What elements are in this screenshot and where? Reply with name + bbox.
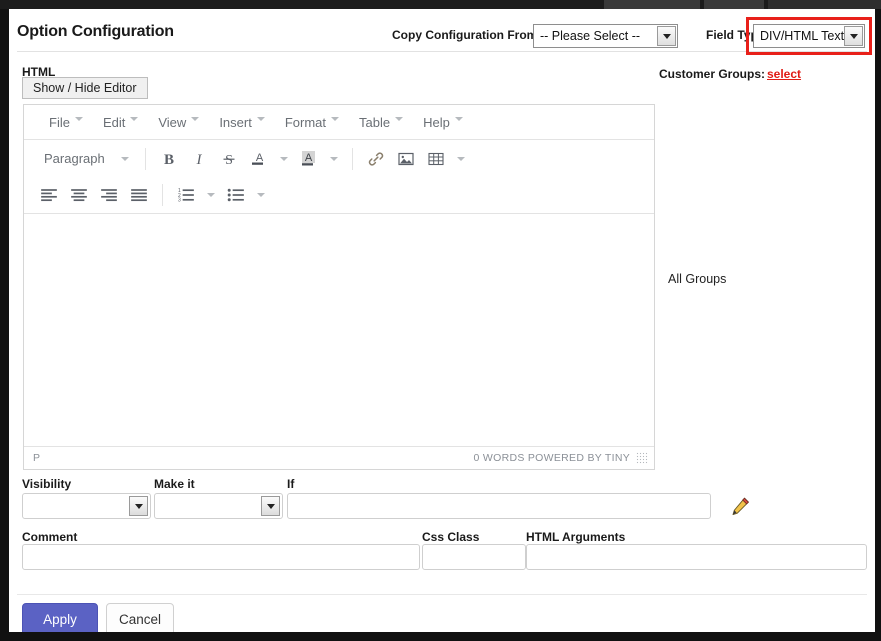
chevron-down-icon [331,117,339,121]
chevron-down-icon [256,117,265,121]
customer-groups-select-link[interactable]: select [767,67,801,81]
copy-configuration-select[interactable]: -- Please Select -- [533,24,678,48]
text-color-button[interactable]: A [244,145,274,173]
bullet-list-dropdown[interactable] [251,181,271,209]
chevron-down-icon [191,117,200,121]
chevron-down-icon [120,156,129,161]
svg-text:S: S [225,153,233,167]
chevron-down-icon [395,117,404,121]
numbered-list-dropdown[interactable] [201,181,221,209]
bold-button[interactable]: B [154,145,184,173]
css-class-input[interactable] [422,544,526,570]
chrome-segment [604,0,700,9]
chevron-down-icon [657,26,676,46]
toolbar-divider [351,147,353,170]
svg-text:B: B [164,152,174,167]
field-type-highlight-box [746,17,872,55]
menu-insert[interactable]: Insert [210,112,274,133]
option-configuration-page: Option Configuration Copy Configuration … [9,9,875,632]
comment-label: Comment [22,530,78,544]
editor-toolbar-row-1: Paragraph B I S A A [24,140,654,177]
copy-configuration-label: Copy Configuration From: [392,28,542,42]
chevron-down-icon [130,117,139,121]
browser-chrome-strip [0,0,881,9]
svg-text:A: A [305,152,313,164]
pencil-icon[interactable] [729,496,751,518]
align-justify-button[interactable] [124,181,154,209]
format-select[interactable]: Paragraph [34,145,137,173]
editor-toolbar-row-2: 123 [24,177,654,214]
resize-handle[interactable] [636,452,648,464]
menu-view[interactable]: View [149,112,208,133]
align-right-button[interactable] [94,181,124,209]
chrome-segment [704,0,764,9]
menu-insert-label: Insert [219,114,252,130]
word-count: 0 WORDS POWERED BY TINY [473,452,630,464]
if-input[interactable] [287,493,711,519]
show-hide-editor-button[interactable]: Show / Hide Editor [22,77,148,99]
chrome-segment [768,0,881,9]
menu-edit[interactable]: Edit [94,112,147,133]
make-it-select[interactable] [154,493,283,519]
comment-input[interactable] [22,544,420,570]
menu-view-label: View [158,114,187,130]
chevron-down-icon [261,496,280,516]
make-it-label: Make it [154,477,195,491]
align-center-button[interactable] [64,181,94,209]
table-icon[interactable] [421,145,451,173]
chevron-down-icon [129,496,148,516]
svg-text:I: I [195,152,202,167]
menu-table-label: Table [359,114,391,130]
cancel-button[interactable]: Cancel [106,603,174,632]
chevron-down-icon [74,117,83,121]
screenshot-root: Option Configuration Copy Configuration … [0,0,881,641]
link-icon[interactable] [361,145,391,173]
align-left-button[interactable] [34,181,64,209]
format-select-value: Paragraph [44,151,105,166]
css-class-label: Css Class [422,530,480,544]
table-dropdown[interactable] [451,145,471,173]
editor-statusbar: P 0 WORDS POWERED BY TINY [24,446,654,469]
strikethrough-button[interactable]: S [214,145,244,173]
menu-help[interactable]: Help [414,112,472,133]
menu-help-label: Help [423,114,450,130]
bullet-list-button[interactable] [221,181,251,209]
background-color-button[interactable]: A [294,145,324,173]
customer-groups-label: Customer Groups: [659,67,766,81]
text-color-dropdown[interactable] [274,145,294,173]
chevron-down-icon [454,117,463,121]
numbered-list-button[interactable]: 123 [171,181,201,209]
editor-menubar: File Edit View Insert Format Table Help [24,105,654,140]
html-arguments-label: HTML Arguments [526,530,626,544]
menu-table[interactable]: Table [350,112,412,133]
rich-text-editor: File Edit View Insert Format Table Help … [23,104,655,470]
toolbar-divider [162,184,163,206]
menu-format-label: Format [284,114,326,130]
visibility-select[interactable] [22,493,151,519]
header-divider [17,51,867,52]
svg-text:A: A [256,152,264,164]
menu-file[interactable]: File [40,112,92,133]
all-groups-label: All Groups [668,272,727,286]
apply-button[interactable]: Apply [22,603,98,632]
background-color-dropdown[interactable] [324,145,344,173]
svg-text:3: 3 [178,198,181,203]
italic-button[interactable]: I [184,145,214,173]
image-icon[interactable] [391,145,421,173]
if-label: If [287,477,295,491]
visibility-label: Visibility [22,477,72,491]
menu-format[interactable]: Format [276,112,348,133]
html-arguments-input[interactable] [526,544,867,570]
copy-configuration-value: -- Please Select -- [540,29,641,43]
toolbar-divider [144,147,146,170]
menu-edit-label: Edit [102,114,126,130]
footer-divider [17,594,867,595]
menu-file-label: File [49,114,70,130]
editor-content-area[interactable] [24,214,654,446]
element-path: P [33,452,41,464]
page-title: Option Configuration [17,23,174,40]
